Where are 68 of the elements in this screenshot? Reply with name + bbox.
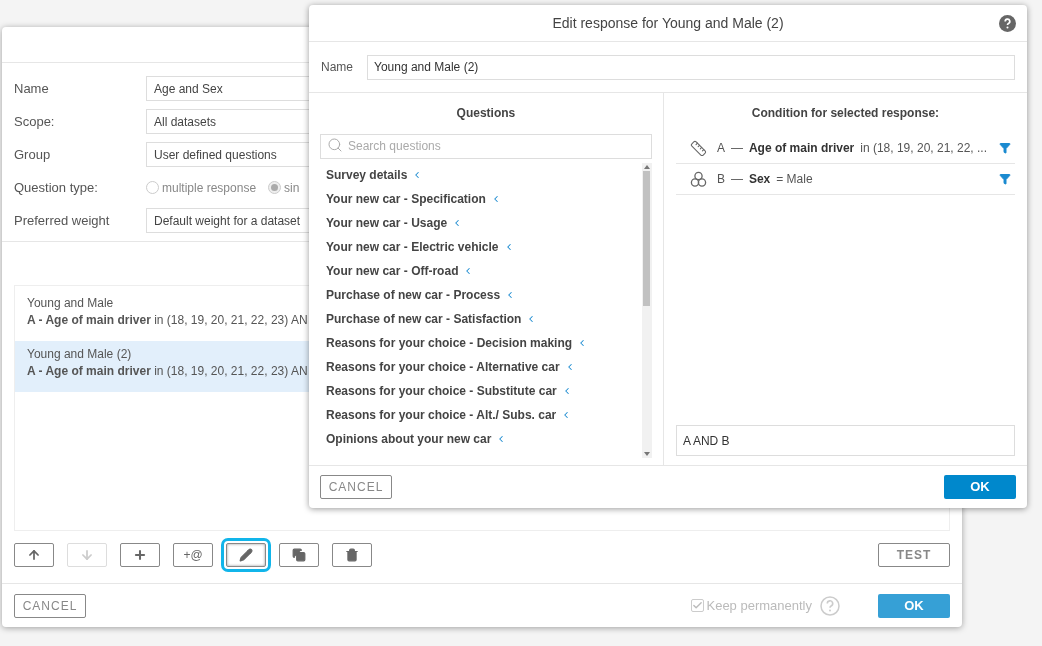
radio-button[interactable]: [146, 181, 159, 194]
condition-value: in (18, 19, 20, 21, 22, ...: [860, 140, 987, 157]
search-field[interactable]: Search questions: [320, 133, 652, 159]
radio-button[interactable]: [268, 181, 282, 194]
cancel-button[interactable]: CANCEL: [320, 475, 392, 499]
scrollbar-thumb[interactable]: [643, 171, 651, 306]
radio-label: sin: [284, 179, 300, 197]
arrow-down-icon: [80, 548, 94, 562]
field-label: Preferred weight: [14, 211, 111, 230]
scrollbar[interactable]: [641, 163, 652, 458]
field-label: Question type:: [14, 178, 99, 197]
question-group[interactable]: Survey details: [326, 163, 423, 187]
radio-label: multiple response: [162, 179, 257, 197]
field-label: Name: [14, 79, 50, 98]
condition-row[interactable]: A — Age of main driver in (18, 19, 20, 21, 22, ...: [675, 133, 1015, 164]
toolbar-button[interactable]: [14, 543, 54, 567]
response-condition: A - Age of main driver in (18, 19, 20, 21, 22, 23) AN: [27, 312, 308, 329]
field-label: Scope:: [14, 112, 56, 131]
scroll-up-icon[interactable]: [643, 165, 650, 169]
toolbar-button[interactable]: [120, 543, 160, 567]
condition-value: = Male: [776, 171, 813, 188]
search-icon: [327, 137, 343, 153]
condition-letter: A: [716, 140, 725, 157]
filter-icon[interactable]: [999, 142, 1011, 154]
trash-icon: [345, 548, 359, 562]
toolbar-button[interactable]: [279, 543, 319, 567]
field-label: Group: [14, 145, 52, 164]
condition-dash: —: [730, 140, 743, 157]
question-group[interactable]: Reasons for your choice - Decision making: [326, 331, 588, 355]
question-group[interactable]: Your new car - Usage: [326, 211, 463, 235]
condition-letter: B: [716, 171, 725, 188]
plus-icon: [133, 548, 147, 562]
response-name: Young and Male (2): [27, 346, 132, 363]
column-heading: Condition for selected response:: [751, 105, 940, 122]
response-name: Young and Male: [27, 295, 114, 312]
test-button[interactable]: TEST: [878, 543, 950, 567]
condition-question: Sex: [748, 171, 771, 188]
question-group[interactable]: Opinions about your new car: [326, 427, 507, 451]
copy-icon: [292, 548, 306, 562]
question-group[interactable]: Reasons for your choice - Substitute car: [326, 379, 572, 403]
question-group[interactable]: Purchase of new car - Process: [326, 283, 516, 307]
dialog-title: Edit response for Young and Male (2): [552, 13, 784, 33]
question-group[interactable]: Reasons for your choice - Alternative car: [326, 355, 575, 379]
ruler-icon: [689, 139, 707, 157]
question-group[interactable]: Purchase of new car - Satisfaction: [326, 307, 537, 331]
checkbox-label: Keep permanently: [706, 596, 812, 615]
ok-button[interactable]: OK: [944, 475, 1016, 499]
name-field[interactable]: Young and Male (2): [367, 54, 1015, 80]
toolbar-button[interactable]: [332, 543, 372, 567]
condition-question: Age of main driver: [748, 140, 855, 157]
question-group[interactable]: Reasons for your choice - Alt./ Subs. car: [326, 403, 572, 427]
question-group[interactable]: Your new car - Off-road: [326, 259, 474, 283]
filter-icon[interactable]: [999, 173, 1011, 185]
formula-field[interactable]: A AND B: [675, 425, 1015, 456]
scroll-down-icon[interactable]: [643, 452, 650, 456]
field-label: Name: [321, 59, 354, 76]
help-icon[interactable]: [999, 15, 1016, 32]
question-group[interactable]: Your new car - Specification: [326, 187, 501, 211]
pencil-icon: [239, 548, 253, 562]
condition-row[interactable]: B — Sex = Male: [675, 164, 1015, 195]
question-group[interactable]: Your new car - Electric vehicle: [326, 235, 514, 259]
toolbar-button[interactable]: +@: [173, 543, 213, 567]
circles-icon: [689, 170, 707, 188]
arrow-up-icon: [27, 548, 41, 562]
column-heading: Questions: [456, 105, 516, 122]
response-condition: A - Age of main driver in (18, 19, 20, 21, 22, 23) AN: [27, 363, 308, 380]
cancel-button[interactable]: CANCEL: [14, 593, 86, 618]
condition-dash: —: [730, 171, 743, 188]
